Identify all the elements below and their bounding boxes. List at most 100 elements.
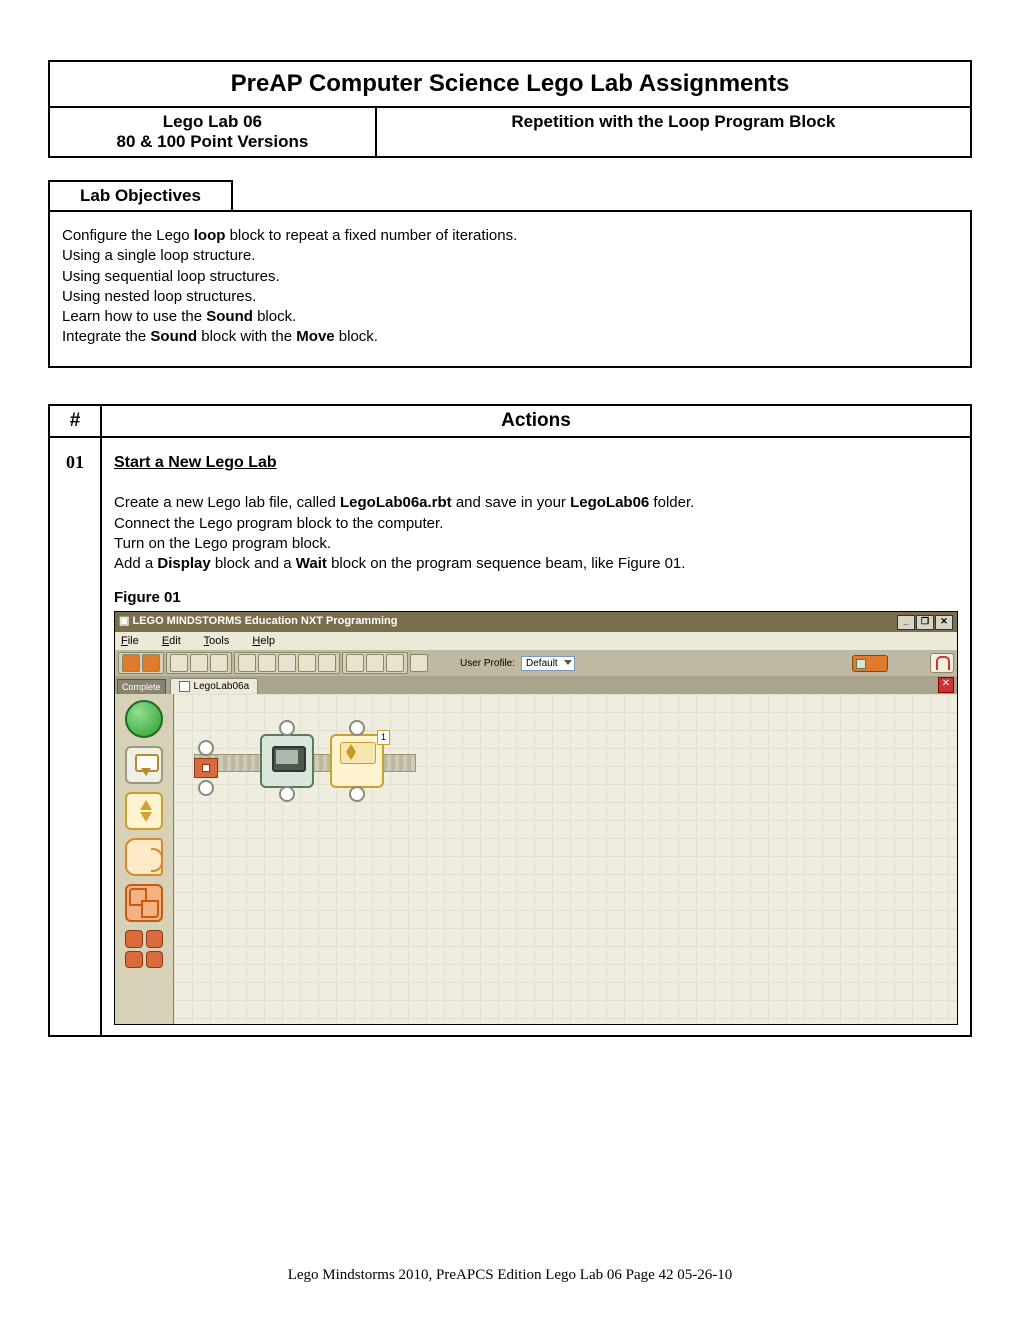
menu-file[interactable]: File (121, 635, 149, 647)
file-tab[interactable]: LegoLab06a (170, 678, 259, 695)
new-file-icon[interactable] (170, 654, 188, 672)
wait-block[interactable]: 1 (330, 734, 384, 788)
nxt-window: ▣ LEGO MINDSTORMS Education NXT Programm… (114, 611, 958, 1026)
tab-icon (179, 681, 190, 692)
user-profile-dropdown[interactable]: Default (521, 656, 575, 672)
minimize-button[interactable]: _ (897, 615, 915, 630)
beam-hub-icon (198, 780, 214, 796)
table-header-row: # Actions (49, 405, 971, 437)
copy-icon[interactable] (258, 654, 276, 672)
document-page: PreAP Computer Science Lego Lab Assignme… (0, 0, 1020, 1320)
objective-line: Using a single loop structure. (62, 246, 958, 266)
col-header-num: # (49, 405, 101, 437)
cut-icon[interactable] (238, 654, 256, 672)
paste-icon[interactable] (278, 654, 296, 672)
tab-row: Complete LegoLab06a ✕ (115, 676, 957, 694)
start-node[interactable] (192, 740, 220, 784)
objective-line: Using nested loop structures. (62, 287, 958, 307)
step-text: Turn on the Lego program block. (114, 534, 958, 554)
page-title: PreAP Computer Science Lego Lab Assignme… (50, 70, 970, 98)
objective-line: Configure the Lego loop block to repeat … (62, 226, 958, 246)
move-block-icon[interactable] (125, 700, 163, 738)
close-button[interactable]: ✕ (935, 615, 953, 630)
text: block with the (197, 328, 296, 345)
pan-icon[interactable] (366, 654, 384, 672)
menu-help[interactable]: Help (252, 635, 285, 647)
step-content: Start a New Lego Lab Create a new Lego l… (101, 437, 971, 1037)
window-title: ▣ LEGO MINDSTORMS Education NXT Programm… (119, 614, 398, 629)
save-file-icon[interactable] (210, 654, 228, 672)
text: Configure the Lego (62, 227, 194, 244)
objective-line: Integrate the Sound block with the Move … (62, 327, 958, 347)
menu-tools[interactable]: Tools (204, 635, 240, 647)
lab-number: Lego Lab 06 (56, 112, 369, 132)
text: folder. (649, 494, 694, 511)
text: Add a (114, 555, 157, 572)
step-text: Connect the Lego program block to the co… (114, 514, 958, 534)
subtitle-left: Lego Lab 06 80 & 100 Point Versions (50, 108, 377, 156)
palette-grid-icon[interactable] (125, 930, 163, 968)
text: block to repeat a fixed number of iterat… (225, 227, 517, 244)
objectives-body: Configure the Lego loop block to repeat … (48, 210, 972, 368)
bold-text: Wait (296, 555, 327, 572)
bold-text: Move (296, 328, 334, 345)
figure-label: Figure 01 (114, 588, 958, 608)
loop-block-icon[interactable] (125, 838, 163, 876)
start-plug-icon (194, 758, 218, 778)
text: Integrate the (62, 328, 150, 345)
program-canvas[interactable]: 1 (174, 694, 957, 1024)
step-title: Start a New Lego Lab (114, 452, 958, 474)
objectives-section: Lab Objectives Configure the Lego loop b… (48, 180, 972, 368)
bluetooth-icon[interactable] (930, 653, 954, 673)
palette-mode-label[interactable]: Complete (117, 679, 166, 694)
beam-hub-icon (198, 740, 214, 756)
undo-icon[interactable] (298, 654, 316, 672)
step-text: Add a Display block and a Wait block on … (114, 554, 958, 574)
point-versions: 80 & 100 Point Versions (56, 132, 369, 152)
tab-close-button[interactable]: ✕ (938, 677, 954, 693)
tab-label: LegoLab06a (194, 680, 250, 694)
block-peg-icon (349, 786, 365, 802)
maximize-button[interactable]: ❐ (916, 615, 934, 630)
record-block-icon[interactable] (125, 746, 163, 784)
bold-text: LegoLab06 (570, 494, 649, 511)
nxt-brick-icon[interactable] (852, 655, 888, 672)
text: block and a (211, 555, 296, 572)
block-peg-icon (279, 720, 295, 736)
switch-block-icon[interactable] (125, 884, 163, 922)
header-box: PreAP Computer Science Lego Lab Assignme… (48, 60, 972, 158)
toolbar-button[interactable] (410, 654, 428, 672)
text: Learn how to use the (62, 308, 206, 325)
wait-seconds-badge: 1 (377, 730, 390, 744)
objective-line: Using sequential loop structures. (62, 267, 958, 287)
block-palette (115, 694, 174, 1024)
bold-text: Display (157, 555, 210, 572)
title-row: PreAP Computer Science Lego Lab Assignme… (50, 62, 970, 108)
block-peg-icon (279, 786, 295, 802)
toolbar-group (118, 652, 164, 674)
subtitle-row: Lego Lab 06 80 & 100 Point Versions Repe… (50, 108, 970, 156)
hourglass-icon (346, 744, 356, 760)
bold-text: Sound (206, 308, 253, 325)
subtitle-right: Repetition with the Loop Program Block (377, 108, 970, 156)
toolbar-button[interactable] (142, 654, 160, 672)
window-titlebar[interactable]: ▣ LEGO MINDSTORMS Education NXT Programm… (115, 612, 957, 632)
open-file-icon[interactable] (190, 654, 208, 672)
comment-icon[interactable] (386, 654, 404, 672)
actions-table: # Actions 01 Start a New Lego Lab Create… (48, 404, 972, 1038)
text: block on the program sequence beam, like… (327, 555, 686, 572)
menu-bar: File Edit Tools Help (115, 632, 957, 651)
pointer-icon[interactable] (346, 654, 364, 672)
text: block. (335, 328, 378, 345)
bold-text: LegoLab06a.rbt (340, 494, 452, 511)
text: and save in your (452, 494, 570, 511)
menu-edit[interactable]: Edit (162, 635, 191, 647)
step-text: Create a new Lego lab file, called LegoL… (114, 493, 958, 513)
text: ools (209, 635, 229, 647)
text: dit (169, 635, 181, 647)
objectives-tab: Lab Objectives (48, 180, 233, 212)
redo-icon[interactable] (318, 654, 336, 672)
wait-block-icon[interactable] (125, 792, 163, 830)
display-block[interactable] (260, 734, 314, 788)
toolbar-button[interactable] (122, 654, 140, 672)
